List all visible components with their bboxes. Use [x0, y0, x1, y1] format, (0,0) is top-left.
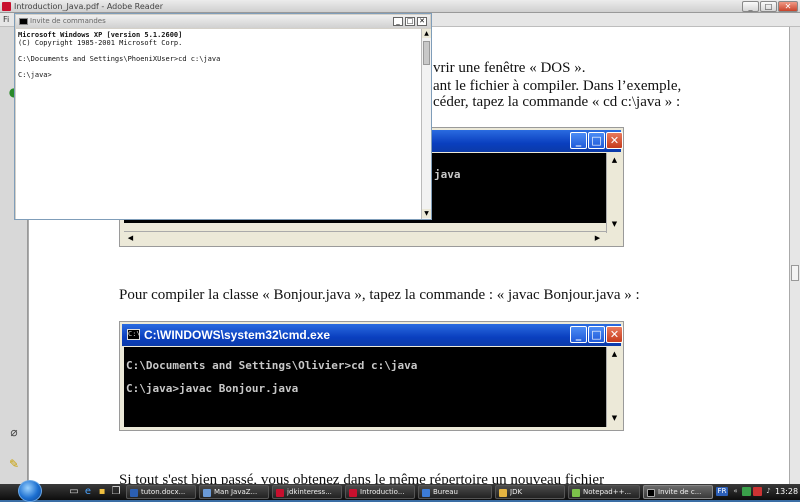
- minimize-button[interactable]: _: [742, 1, 759, 12]
- switch-windows-icon[interactable]: ❐: [110, 486, 122, 498]
- maximize-icon: □: [588, 326, 605, 343]
- taskbar-item-notepad[interactable]: Notepad++...: [568, 485, 640, 499]
- console-line-2: (C) Copyright 1985-2001 Microsoft Corp.: [18, 39, 183, 47]
- notepad-icon: [572, 489, 580, 497]
- taskbar-item-man-java[interactable]: Man JavaZ...: [199, 485, 269, 499]
- para3: Si tout s'est bien passé, vous obtenez d…: [119, 472, 605, 484]
- taskbar-item-label: Notepad++...: [583, 488, 632, 496]
- scroll-down-icon: ▼: [609, 413, 620, 424]
- console-line-4: C:\Documents and Settings\PhoeniXUser>cd…: [18, 55, 221, 63]
- security-icon[interactable]: [753, 487, 762, 496]
- scroll-left-icon: ◀: [125, 233, 136, 244]
- horizontal-scrollbar: ◀ ▶: [124, 231, 606, 244]
- reader-title-bar[interactable]: Introduction_Java.pdf - Adobe Reader _ □…: [0, 0, 800, 13]
- cmd-icon: C:\: [127, 329, 141, 340]
- explorer-icon[interactable]: ▪: [96, 486, 108, 498]
- taskbar-item-label: Invite de c...: [658, 488, 702, 496]
- internet-explorer-icon[interactable]: e: [82, 486, 94, 498]
- scroll-thumb[interactable]: [423, 41, 430, 65]
- taskbar-item-jdk[interactable]: JDK: [495, 485, 565, 499]
- scroll-up-icon: ▲: [609, 349, 620, 360]
- taskbar: ▭ e ▪ ❐ tuton.docx... Man JavaZ... jdkin…: [0, 480, 800, 502]
- menu-item-file[interactable]: Fi: [3, 13, 9, 27]
- taskbar-item-introduction[interactable]: Introductio...: [345, 485, 415, 499]
- clock[interactable]: 13:28: [775, 484, 798, 500]
- close-icon: ✕: [606, 326, 623, 343]
- minimize-button[interactable]: _: [393, 17, 403, 26]
- taskbar-item-bureau[interactable]: Bureau: [418, 485, 492, 499]
- word-icon: [130, 489, 138, 497]
- console-line: java: [434, 168, 461, 181]
- console-line-6: C:\java>: [18, 71, 52, 79]
- desktop-icon: [422, 489, 430, 497]
- cmd-icon: [19, 18, 28, 25]
- scroll-thumb[interactable]: [791, 265, 799, 281]
- volume-icon[interactable]: ♪: [764, 487, 773, 496]
- pdf-icon: [276, 489, 284, 497]
- command-prompt-window[interactable]: Invite de commandes _ □ ✕ Microsoft Wind…: [14, 13, 432, 220]
- taskbar-item-label: Bureau: [433, 488, 458, 496]
- taskbar-item-jdk-interess[interactable]: jdkinteress...: [272, 485, 342, 499]
- screenshot-cmd-2: C:\ C:\WINDOWS\system32\cmd.exe _ □ ✕ C:…: [119, 321, 624, 431]
- scrollbar: ▲ ▼: [606, 347, 621, 427]
- scrollbar: ▲ ▼: [606, 153, 621, 233]
- maximize-icon: □: [588, 132, 605, 149]
- scroll-up-icon: ▲: [609, 155, 620, 166]
- close-button[interactable]: ✕: [417, 17, 427, 26]
- cmd-console[interactable]: Microsoft Windows XP [version 5.1.2600] …: [16, 29, 421, 219]
- console-line-2: C:\java>javac Bonjour.java: [126, 382, 299, 395]
- cmd-scrollbar[interactable]: ▲ ▼: [421, 29, 431, 219]
- chevron-icon[interactable]: «: [731, 487, 740, 496]
- screenshot-cmd-2-console: C:\Documents and Settings\Olivier>cd c:\…: [124, 347, 606, 427]
- minimize-icon: _: [570, 326, 587, 343]
- window-icon: [203, 489, 211, 497]
- close-icon: ✕: [606, 132, 623, 149]
- network-icon[interactable]: [742, 487, 751, 496]
- taskbar-item-word[interactable]: tuton.docx...: [126, 485, 196, 499]
- system-tray: FR « ♪ 13:28: [715, 484, 800, 500]
- folder-icon: [499, 489, 507, 497]
- cmd-icon: [647, 489, 655, 497]
- taskbar-item-label: Man JavaZ...: [214, 488, 258, 496]
- language-indicator[interactable]: FR: [716, 487, 728, 496]
- scroll-down-icon[interactable]: ▼: [422, 209, 431, 218]
- attachment-icon[interactable]: ⌀: [7, 425, 21, 439]
- minimize-icon: _: [570, 132, 587, 149]
- reader-vertical-scrollbar[interactable]: [789, 27, 800, 484]
- maximize-button[interactable]: □: [405, 17, 415, 26]
- close-button[interactable]: ✕: [778, 1, 798, 12]
- pdf-icon: [349, 489, 357, 497]
- scroll-down-icon: ▼: [609, 219, 620, 230]
- adobe-reader-icon: [2, 2, 11, 11]
- show-desktop-icon[interactable]: ▭: [68, 486, 80, 498]
- reader-title: Introduction_Java.pdf - Adobe Reader: [14, 2, 163, 11]
- screenshot-cmd-2-titlebar: C:\ C:\WINDOWS\system32\cmd.exe _ □ ✕: [122, 324, 623, 346]
- taskbar-item-label: jdkinteress...: [287, 488, 332, 496]
- taskbar-item-cmd[interactable]: Invite de c...: [643, 485, 713, 499]
- cmd-title-bar[interactable]: Invite de commandes _ □ ✕: [16, 15, 430, 28]
- taskbar-item-label: tuton.docx...: [141, 488, 186, 496]
- screenshot-cmd-2-title: C:\WINDOWS\system32\cmd.exe: [144, 328, 331, 342]
- console-line-1: Microsoft Windows XP [version 5.1.2600]: [18, 31, 183, 39]
- para2: Pour compiler la classe « Bonjour.java »…: [119, 287, 640, 303]
- para1-line3: céder, tapez la commande « cd c:\java » …: [433, 94, 681, 110]
- comments-icon[interactable]: ✎: [7, 457, 21, 471]
- maximize-button[interactable]: □: [760, 1, 777, 12]
- para1-line1: vrir une fenêtre « DOS ».: [433, 60, 586, 76]
- taskbar-item-label: Introductio...: [360, 488, 405, 496]
- taskbar-item-label: JDK: [510, 488, 523, 496]
- cmd-title: Invite de commandes: [30, 17, 106, 25]
- scroll-up-icon[interactable]: ▲: [422, 29, 431, 38]
- start-button[interactable]: [18, 480, 42, 502]
- console-line-1: C:\Documents and Settings\Olivier>cd c:\…: [126, 359, 418, 372]
- scroll-right-icon: ▶: [592, 233, 603, 244]
